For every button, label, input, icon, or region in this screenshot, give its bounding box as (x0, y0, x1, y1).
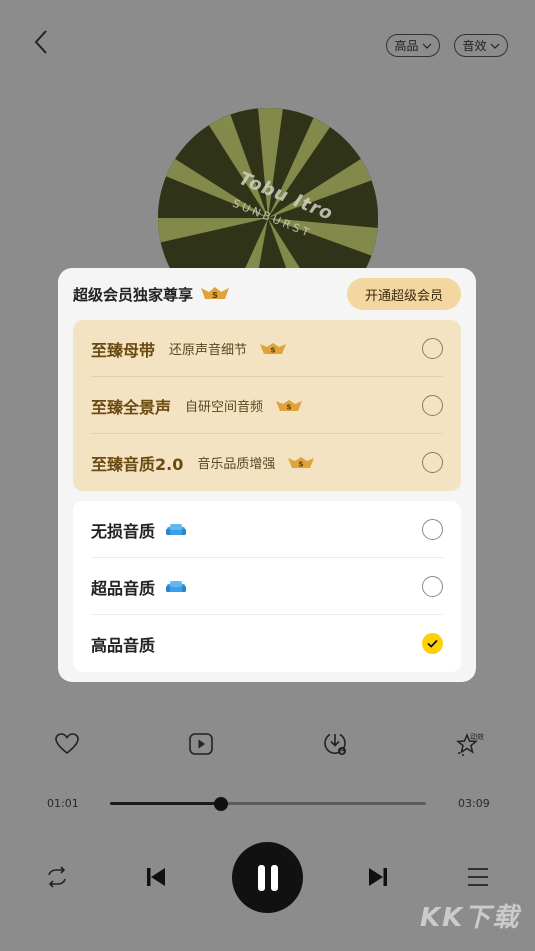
open-super-vip-button[interactable]: 开通超级会员 (347, 278, 461, 310)
option-name: 至臻母带 (91, 340, 156, 360)
current-time: 01:01 (47, 797, 79, 810)
svg-text:S: S (271, 346, 276, 354)
playlist-button[interactable] (467, 867, 489, 887)
playlist-icon (468, 868, 488, 886)
effect-selector-label: 音效 (462, 39, 487, 53)
option-desc: 自研空间音频 (185, 400, 264, 415)
check-icon (427, 639, 438, 648)
pause-button[interactable] (232, 842, 303, 913)
skip-previous-icon (147, 868, 165, 886)
option-lossless[interactable]: 无损音质 (91, 501, 443, 558)
super-vip-s-badge: S (199, 285, 231, 303)
svg-text:S: S (299, 460, 304, 468)
progress-fill (110, 802, 221, 805)
total-time: 03:09 (458, 797, 490, 810)
heart-icon (55, 733, 79, 755)
option-radio[interactable] (422, 338, 443, 359)
option-name: 至臻全景声 (91, 397, 172, 417)
vip-sofa-icon (165, 579, 187, 595)
option-desc: 音乐品质增强 (197, 457, 276, 472)
quality-selector-label: 高品 (394, 39, 419, 53)
svg-text:S: S (212, 291, 218, 300)
option-high-quality[interactable]: 高品音质 (91, 615, 443, 672)
audio-quality-dialog: 超级会员独家尊享 S 开通超级会员 至臻母带 还原声音细节 S 至臻全景声 自研… (58, 268, 476, 682)
dialog-title: 超级会员独家尊享 (73, 285, 194, 304)
option-radio[interactable] (422, 395, 443, 416)
progress-knob[interactable] (213, 797, 228, 811)
vip-sofa-icon (165, 522, 187, 538)
play-video-icon (189, 733, 213, 755)
watermark-text: KK下载 (420, 903, 521, 933)
download-button[interactable] (321, 730, 349, 758)
premium-quality-options: 至臻母带 还原声音细节 S 至臻全景声 自研空间音频 S 至臻音质2.0 音乐品… (73, 320, 461, 491)
progress-track[interactable] (110, 802, 426, 805)
option-radio[interactable] (422, 519, 443, 540)
option-spatial-audio[interactable]: 至臻全景声 自研空间音频 S (91, 377, 443, 434)
repeat-icon (48, 866, 66, 888)
option-master-tape[interactable]: 至臻母带 还原声音细节 S (91, 320, 443, 377)
option-radio[interactable] (422, 452, 443, 473)
pause-icon (257, 864, 278, 891)
chevron-left-icon (34, 30, 47, 54)
option-desc: 还原声音细节 (169, 343, 248, 358)
repeat-button[interactable] (45, 866, 69, 888)
option-super-quality[interactable]: 超品音质 (91, 558, 443, 615)
effect-label: 动效 (470, 733, 484, 741)
svg-text:S: S (287, 403, 292, 411)
super-vip-s-badge: S (287, 455, 315, 471)
option-name: 高品音质 (91, 635, 156, 655)
previous-button[interactable] (146, 867, 166, 887)
effect-selector[interactable]: 音效 (454, 34, 508, 57)
standard-quality-options: 无损音质 超品音质 高品音质 (73, 501, 461, 672)
back-button[interactable] (30, 28, 54, 56)
super-vip-s-badge: S (275, 398, 303, 414)
skip-next-icon (369, 868, 387, 886)
chevron-down-icon (422, 43, 431, 49)
option-radio[interactable] (422, 576, 443, 597)
download-icon (324, 733, 346, 755)
option-quality-2[interactable]: 至臻音质2.0 音乐品质增强 S (91, 434, 443, 491)
option-name: 超品音质 (91, 578, 156, 598)
option-name: 无损音质 (91, 521, 156, 541)
chevron-down-icon (490, 43, 499, 49)
quality-selector[interactable]: 高品 (386, 34, 440, 57)
super-vip-s-badge: S (259, 341, 287, 357)
option-name: 至臻音质2.0 (91, 454, 184, 474)
like-button[interactable] (53, 730, 81, 758)
video-button[interactable] (187, 730, 215, 758)
option-radio-checked[interactable] (422, 633, 443, 654)
next-button[interactable] (368, 867, 388, 887)
